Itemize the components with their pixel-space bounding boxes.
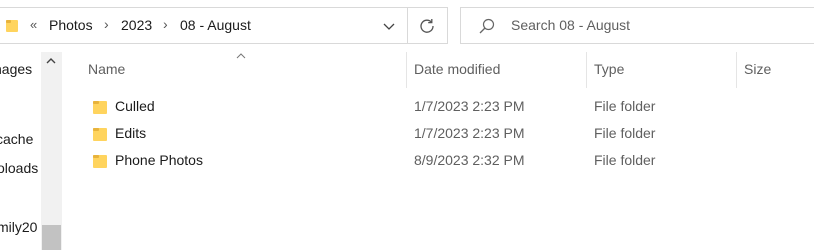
file-date-modified: 8/9/2023 2:32 PM bbox=[414, 152, 525, 168]
chevron-right-icon[interactable]: › bbox=[163, 16, 168, 32]
column-divider[interactable] bbox=[406, 52, 407, 88]
column-divider[interactable] bbox=[736, 52, 737, 88]
search-icon bbox=[479, 18, 495, 34]
folder-icon bbox=[93, 155, 107, 168]
nav-item[interactable]: mily20 bbox=[0, 219, 37, 235]
column-header-size[interactable]: Size bbox=[744, 61, 771, 77]
breadcrumb-2023[interactable]: 2023 bbox=[121, 17, 152, 33]
column-header-name[interactable]: Name bbox=[88, 61, 125, 77]
file-row[interactable]: Phone Photos 8/9/2023 2:32 PM File folde… bbox=[80, 148, 780, 174]
folder-icon bbox=[93, 101, 107, 114]
file-name: Culled bbox=[115, 98, 155, 114]
file-type: File folder bbox=[594, 152, 656, 168]
breadcrumb-08-august[interactable]: 08 - August bbox=[180, 17, 251, 33]
refresh-icon bbox=[420, 19, 434, 33]
file-row[interactable]: Edits 1/7/2023 2:23 PM File folder bbox=[80, 121, 780, 147]
scroll-up-arrow-icon[interactable] bbox=[44, 55, 58, 67]
chevron-down-icon[interactable] bbox=[378, 17, 400, 35]
search-placeholder: Search 08 - August bbox=[511, 17, 631, 33]
refresh-button[interactable] bbox=[408, 7, 448, 44]
folder-icon bbox=[6, 20, 18, 32]
nav-item[interactable]: nages bbox=[0, 61, 32, 77]
column-header-type[interactable]: Type bbox=[594, 61, 624, 77]
search-input[interactable]: Search 08 - August bbox=[460, 7, 814, 44]
breadcrumb-photos[interactable]: Photos bbox=[49, 17, 93, 33]
file-date-modified: 1/7/2023 2:23 PM bbox=[414, 98, 525, 114]
file-type: File folder bbox=[594, 125, 656, 141]
chevron-right-icon[interactable]: › bbox=[104, 16, 109, 32]
folder-icon bbox=[93, 128, 107, 141]
nav-scrollbar[interactable] bbox=[41, 52, 62, 250]
nav-item[interactable]: oloads bbox=[0, 160, 38, 176]
column-divider[interactable] bbox=[586, 52, 587, 88]
file-type: File folder bbox=[594, 98, 656, 114]
nav-item[interactable]: cache bbox=[0, 131, 33, 147]
nav-scrollbar-thumb[interactable] bbox=[42, 225, 61, 250]
address-bar[interactable]: « Photos › 2023 › 08 - August bbox=[0, 7, 408, 44]
column-header-date-modified[interactable]: Date modified bbox=[414, 61, 500, 77]
file-row[interactable]: Culled 1/7/2023 2:23 PM File folder bbox=[80, 94, 780, 120]
file-name: Edits bbox=[115, 125, 147, 141]
breadcrumb-overflow-button[interactable]: « bbox=[30, 17, 37, 32]
file-date-modified: 1/7/2023 2:23 PM bbox=[414, 125, 525, 141]
file-name: Phone Photos bbox=[115, 152, 203, 168]
sort-ascending-icon bbox=[236, 53, 246, 59]
